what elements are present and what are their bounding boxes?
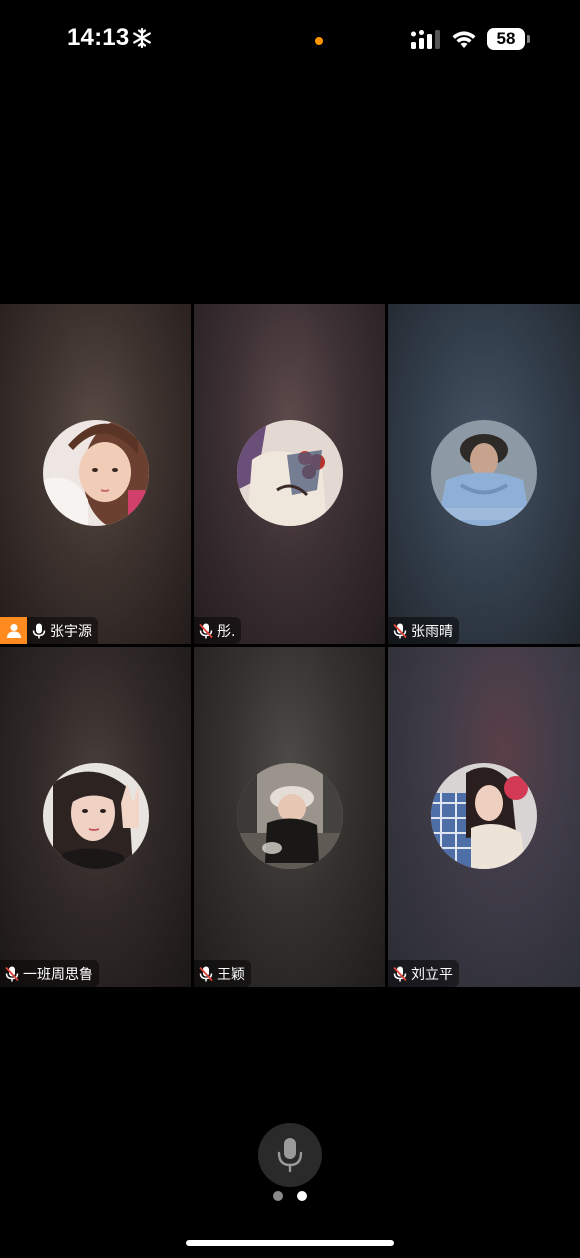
- participant-avatar: [431, 420, 537, 526]
- mic-muted-icon: [5, 966, 19, 981]
- page-dot[interactable]: [273, 1191, 283, 1201]
- participant-name-tag: 王颖: [194, 960, 251, 987]
- page-indicator: [272, 1191, 312, 1201]
- mic-muted-icon: [393, 623, 407, 638]
- participant-name-tag: 刘立平: [388, 960, 459, 987]
- participant-name: 王颖: [217, 966, 245, 983]
- participant-tile[interactable]: 张雨晴: [388, 304, 580, 644]
- participant-name-tag: 张雨晴: [388, 617, 459, 644]
- status-bar: 14:13 58: [0, 0, 580, 80]
- participant-avatar: [237, 763, 343, 869]
- participant-name: 张宇源: [50, 623, 92, 640]
- participant-name: 刘立平: [411, 966, 453, 983]
- participant-name-tag: 彤.: [194, 617, 242, 644]
- battery-level: 58: [496, 29, 516, 48]
- status-time: 14:13: [67, 24, 130, 51]
- mic-muted-icon: [393, 966, 407, 981]
- participant-name-tag: 一班周思鲁: [0, 960, 99, 987]
- microphone-button[interactable]: [258, 1123, 322, 1187]
- participant-avatar: [237, 420, 343, 526]
- participant-avatar: [43, 420, 149, 526]
- battery-icon: 58: [487, 28, 533, 52]
- host-badge: [0, 617, 27, 644]
- participant-avatar: [43, 763, 149, 869]
- signal-icon: [411, 30, 440, 49]
- participant-tile[interactable]: 刘立平: [388, 647, 580, 987]
- participant-tile[interactable]: 王颖: [194, 647, 385, 987]
- wifi-icon: [452, 31, 476, 48]
- home-indicator[interactable]: [186, 1240, 394, 1246]
- host-icon: [6, 623, 21, 638]
- participant-name: 彤.: [217, 623, 236, 640]
- participant-tile[interactable]: 张宇源: [0, 304, 191, 644]
- participant-tile[interactable]: 一班周思鲁: [0, 647, 191, 987]
- participant-name: 张雨晴: [411, 623, 453, 640]
- participant-name: 一班周思鲁: [23, 966, 93, 983]
- mic-muted-icon: [199, 966, 213, 981]
- mic-muted-icon: [199, 623, 213, 638]
- participant-avatar: [431, 763, 537, 869]
- snowflake-icon: [133, 27, 151, 49]
- mic-on-icon: [32, 623, 46, 638]
- participant-name-tag: 张宇源: [0, 617, 98, 644]
- participant-tile[interactable]: 彤.: [194, 304, 385, 644]
- recording-indicator: [315, 37, 323, 45]
- participant-grid: 张宇源 彤. 张雨晴 一班周思鲁 王颖 刘立平: [0, 304, 580, 987]
- microphone-icon: [277, 1138, 303, 1173]
- page-dot-active[interactable]: [297, 1191, 307, 1201]
